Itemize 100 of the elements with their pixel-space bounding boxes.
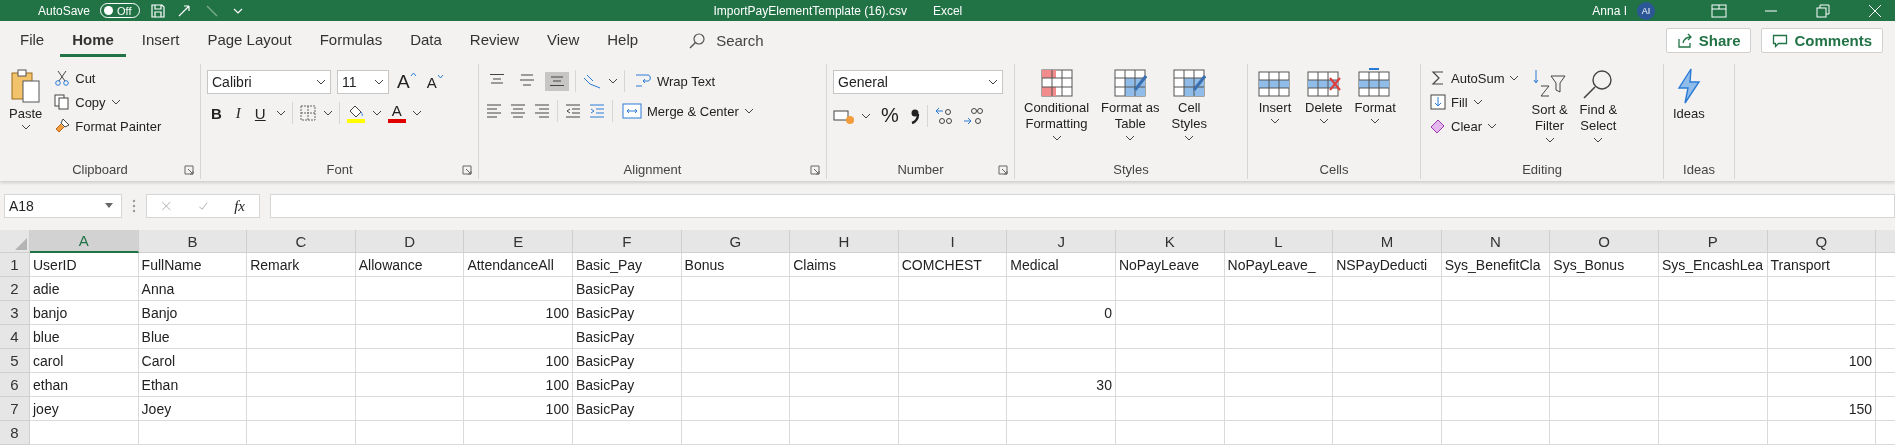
user-avatar[interactable]: AI xyxy=(1637,1,1655,20)
ribbon-tab[interactable]: Review xyxy=(457,24,531,57)
ribbon-tab[interactable]: View xyxy=(535,24,592,57)
close-icon[interactable] xyxy=(1867,3,1883,18)
column-header[interactable]: A xyxy=(30,230,139,253)
cells-button[interactable]: Delete xyxy=(1302,64,1346,129)
column-header[interactable]: K xyxy=(1115,230,1225,253)
comments-button[interactable]: Comments xyxy=(1761,28,1883,53)
underline-button[interactable]: U xyxy=(250,102,270,124)
ribbon-tab[interactable]: Page Layout xyxy=(195,24,304,57)
row-header[interactable]: 3 xyxy=(0,301,30,325)
column-header[interactable]: G xyxy=(681,230,791,253)
ribbon-tab[interactable]: Help xyxy=(595,24,651,57)
table-cell: BasicPay xyxy=(572,325,682,349)
sort-filter-button[interactable]: Sort & Filter xyxy=(1528,64,1571,148)
font-name-dropdown[interactable]: Calibri xyxy=(207,70,331,94)
cells-button[interactable]: Insert xyxy=(1254,64,1296,129)
cut-button[interactable]: Cut xyxy=(51,68,165,88)
column-header[interactable]: D xyxy=(355,230,465,253)
find-select-button[interactable]: Find & Select xyxy=(1576,64,1621,148)
paste-button[interactable]: Paste xyxy=(6,64,46,135)
ribbon-tab[interactable]: File xyxy=(8,24,57,57)
merge-center-button[interactable]: Merge & Center xyxy=(619,100,757,122)
search-field[interactable]: Search xyxy=(714,31,819,50)
formula-input[interactable] xyxy=(270,194,1895,218)
dialog-launcher-icon[interactable] xyxy=(184,165,194,175)
column-header[interactable]: Q xyxy=(1767,230,1877,253)
insert-function-button[interactable]: fx xyxy=(234,197,245,215)
fill-button[interactable]: Fill xyxy=(1427,92,1523,112)
dialog-launcher-icon[interactable] xyxy=(462,165,472,175)
row-header[interactable]: 4 xyxy=(0,325,30,349)
font-size-dropdown[interactable]: 11 xyxy=(337,70,389,94)
row-header[interactable]: 6 xyxy=(0,373,30,397)
column-header[interactable]: N xyxy=(1441,230,1551,253)
top-align-icon xyxy=(489,73,505,86)
name-box[interactable]: A18 xyxy=(4,194,122,218)
ribbon-tab[interactable]: Home xyxy=(60,24,126,57)
cells-button[interactable]: Format xyxy=(1351,64,1399,129)
ribbon-tab[interactable]: Formulas xyxy=(307,24,395,57)
column-header[interactable]: C xyxy=(247,230,356,253)
ideas-button[interactable]: Ideas xyxy=(1670,64,1708,125)
column-header[interactable]: H xyxy=(790,230,899,253)
row-header[interactable]: 1 xyxy=(0,253,30,277)
column-header[interactable]: E xyxy=(464,230,573,253)
column-header[interactable]: J xyxy=(1007,230,1116,253)
font-color-button[interactable]: A xyxy=(387,103,406,123)
ribbon-tab[interactable]: Insert xyxy=(129,24,192,57)
share-button[interactable]: Share xyxy=(1665,28,1752,53)
row-header[interactable]: 8 xyxy=(0,421,30,445)
caret-icon xyxy=(1544,136,1555,144)
decrease-font-size-button[interactable]: A xyxy=(424,73,446,91)
caret-icon xyxy=(1509,74,1520,82)
caret-icon[interactable] xyxy=(322,109,333,117)
row-header[interactable]: 2 xyxy=(0,277,30,301)
borders-icon[interactable] xyxy=(298,104,317,122)
column-header[interactable]: M xyxy=(1333,230,1442,253)
autosum-button[interactable]: AutoSum xyxy=(1427,68,1523,88)
percent-style-button[interactable]: % xyxy=(877,102,903,129)
search-icon[interactable] xyxy=(688,31,707,50)
copy-button[interactable]: Copy xyxy=(51,92,165,112)
text-orientation-icon[interactable] xyxy=(582,72,602,90)
italic-button[interactable]: I xyxy=(231,102,245,124)
table-cell: 100 xyxy=(464,301,573,325)
column-header[interactable]: I xyxy=(898,230,1008,253)
ribbon-display-icon[interactable] xyxy=(1711,3,1727,18)
column-header[interactable]: B xyxy=(138,230,248,253)
caret-icon[interactable] xyxy=(275,109,286,117)
table-cell: Ethan xyxy=(138,373,248,397)
fill-color-icon[interactable] xyxy=(345,103,366,123)
bold-button[interactable]: B xyxy=(207,102,226,124)
merge-cells-icon xyxy=(622,102,642,120)
styles-button[interactable]: Cell Styles xyxy=(1168,64,1210,146)
dialog-launcher-icon[interactable] xyxy=(810,165,820,175)
group-label: Number xyxy=(897,161,944,177)
wrap-text-button[interactable]: Wrap Text xyxy=(631,70,719,92)
styles-button[interactable]: Format as Table xyxy=(1098,64,1163,146)
column-header[interactable]: F xyxy=(572,230,682,253)
table-cell: Sys_BenefitCla xyxy=(1441,253,1551,277)
increase-font-size-button[interactable]: A xyxy=(395,71,419,93)
caret-icon[interactable] xyxy=(411,109,422,117)
clear-button[interactable]: Clear xyxy=(1427,116,1523,136)
table-cell: 100 xyxy=(464,373,573,397)
column-header[interactable]: L xyxy=(1224,230,1334,253)
dialog-launcher-icon[interactable] xyxy=(998,165,1008,175)
decrease-decimal-icon[interactable] xyxy=(961,105,984,126)
save-icon[interactable] xyxy=(149,2,166,19)
column-header[interactable]: P xyxy=(1658,230,1768,253)
column-header[interactable]: O xyxy=(1550,230,1659,253)
bottom-align-button[interactable] xyxy=(545,71,569,91)
caret-icon[interactable] xyxy=(371,109,382,117)
row-header[interactable]: 7 xyxy=(0,397,30,421)
caret-icon[interactable] xyxy=(608,77,618,85)
table-cell: Basic_Pay xyxy=(572,253,682,277)
row-header[interactable]: 5 xyxy=(0,349,30,373)
styles-button[interactable]: Conditional Formatting xyxy=(1021,64,1093,146)
caret-icon[interactable] xyxy=(861,111,871,120)
number-format-dropdown[interactable]: General xyxy=(833,70,1003,94)
restore-icon[interactable] xyxy=(1815,3,1831,18)
ribbon-tab[interactable]: Data xyxy=(398,24,454,57)
format-painter-button[interactable]: Format Painter xyxy=(51,116,165,136)
